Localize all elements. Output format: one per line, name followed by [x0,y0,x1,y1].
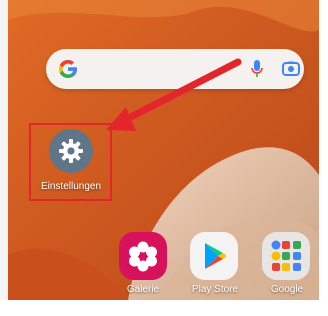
home-screen: Einstellungen Galerie Play Store Google [8,0,319,300]
google-folder-icon[interactable] [262,232,310,280]
play-store-icon [205,243,227,269]
galerie-app-label: Galerie [126,284,160,295]
play-store-app-label: Play Store [191,284,239,295]
flower-icon [129,241,157,272]
galerie-app-icon[interactable] [119,232,167,280]
google-apps-grid-icon [271,240,301,271]
frame-border-bottom [0,300,328,316]
play-store-app-icon[interactable] [190,232,238,280]
frame-border-right [319,0,328,316]
frame-border-left [0,0,8,316]
google-folder-label: Google [270,284,304,295]
